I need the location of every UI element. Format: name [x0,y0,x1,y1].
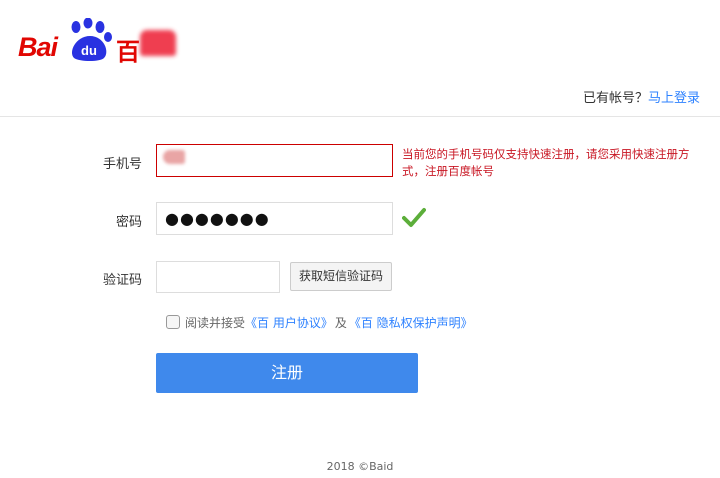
redacted-logo-mask [140,30,176,56]
login-prompt-text: 已有帐号？ [582,91,648,106]
login-prompt: 已有帐号？马上登录 [583,87,700,106]
get-sms-code-button[interactable]: 获取短信验证码 [290,262,392,291]
captcha-label: 验证码 [102,273,142,288]
register-button[interactable]: 注册 [156,353,418,393]
login-link[interactable]: 马上登录 [648,91,700,106]
password-label: 密码 [115,215,142,230]
agree-checkbox[interactable] [166,315,180,329]
redacted-phone-mask [163,150,185,164]
agree-text: 阅读并接受 [185,316,246,330]
agreement-row: 阅读并接受《百 用户协议》及《百 隐私权保护声明》 [166,314,473,331]
logo-badge-text: du [81,43,97,58]
phone-error-message: 当前您的手机号码仅支持快速注册，请您采用快速注册方式，注册百度帐号 [402,147,690,178]
footer-copyright: 2018 ©Baid [326,460,394,473]
header: Bai du 百 已有帐号？马上登录 [0,0,720,117]
check-icon [402,208,426,227]
agree-and-text: 及 [334,316,347,330]
logo-text-latin: Bai [18,32,58,62]
password-input[interactable]: ●●●●●●● [156,202,393,235]
phone-input[interactable] [156,144,393,177]
phone-label: 手机号 [102,157,142,172]
captcha-input[interactable] [156,261,280,293]
user-agreement-link[interactable]: 《百 用户协议》 [245,316,333,330]
password-input-value: ●●●●●●● [165,209,270,228]
paw-logo-icon: du [71,18,112,61]
baidu-logo[interactable]: Bai du 百 [18,18,176,66]
logo-text-cn: 百 [116,38,140,66]
privacy-statement-link[interactable]: 《百 隐私权保护声明》 [349,316,473,330]
